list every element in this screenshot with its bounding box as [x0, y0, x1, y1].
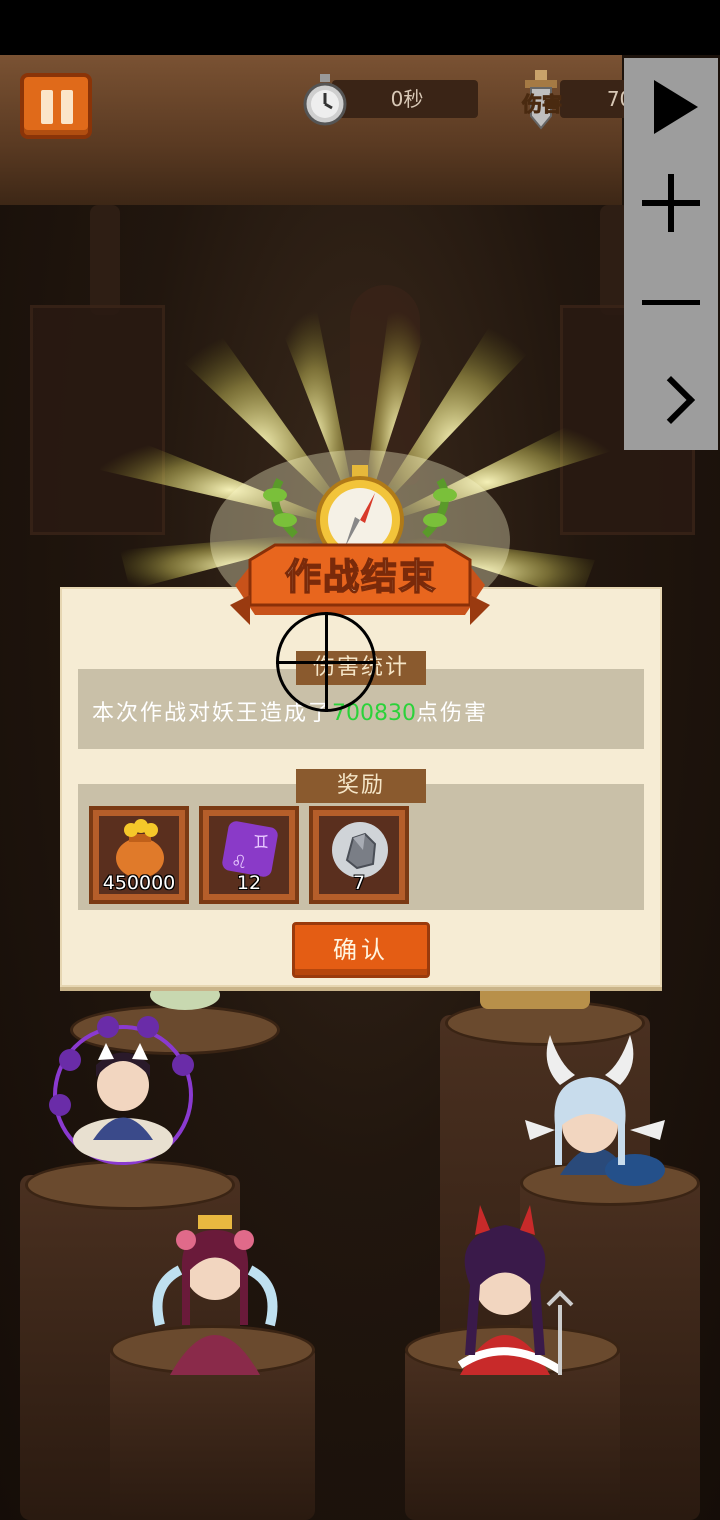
- hero-character-2[interactable]: [150, 1175, 280, 1385]
- gold-bag-icon: [116, 819, 164, 878]
- svg-text:♊: ♊: [253, 832, 269, 853]
- damage-label: 伤害: [522, 92, 563, 117]
- chevron-right-icon[interactable]: [646, 375, 696, 425]
- pause-icon: [41, 90, 53, 124]
- crosshair-vertical: [325, 612, 328, 712]
- damage-summary: 本次作战对妖王造成了700830点伤害: [92, 695, 488, 727]
- pause-button[interactable]: [20, 73, 92, 139]
- minus-icon[interactable]: [642, 300, 700, 305]
- damage-summary-suffix: 点伤害: [416, 701, 489, 726]
- reward-count: 12: [236, 872, 262, 894]
- svg-text:♌: ♌: [231, 852, 247, 873]
- dialog-title: 作战结束: [284, 556, 437, 599]
- purple-dice-icon: ♊ ♌: [222, 821, 278, 877]
- play-icon[interactable]: [654, 80, 698, 134]
- status-bar: [0, 0, 720, 55]
- ore-stone-icon: [332, 822, 388, 878]
- reward-count: 7: [352, 872, 366, 894]
- pillar-left: [90, 205, 120, 315]
- rewards-title: 奖励: [296, 769, 426, 803]
- reward-item-gold[interactable]: 450000: [89, 806, 189, 904]
- control-panel: [624, 58, 718, 450]
- timer-value: 0秒: [390, 87, 424, 111]
- confirm-button[interactable]: 确认: [292, 922, 430, 978]
- reward-item-dice[interactable]: ♊ ♌ 12: [199, 806, 299, 904]
- reward-item-ore[interactable]: 7: [309, 806, 409, 904]
- hero-character-1[interactable]: [48, 1015, 198, 1175]
- hero-character-3[interactable]: [520, 1025, 670, 1195]
- damage-summary-prefix: 本次作战对妖王造成了: [92, 701, 333, 726]
- hero-character-4[interactable]: [430, 1175, 580, 1385]
- reward-count: 450000: [102, 872, 176, 894]
